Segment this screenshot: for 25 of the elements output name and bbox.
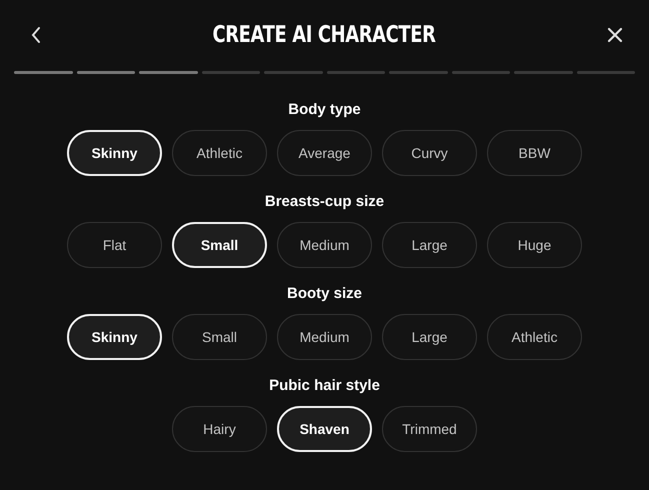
option-button[interactable]: Average: [277, 130, 372, 176]
option-button[interactable]: Athletic: [487, 314, 582, 360]
section-heading: Booty size: [286, 284, 362, 304]
option-button[interactable]: Large: [382, 222, 477, 268]
option-button[interactable]: Trimmed: [382, 406, 477, 452]
option-button[interactable]: Medium: [277, 222, 372, 268]
option-button[interactable]: Huge: [487, 222, 582, 268]
close-icon[interactable]: [607, 27, 623, 43]
option-button[interactable]: Large: [382, 314, 477, 360]
section-heading: Pubic hair style: [269, 376, 380, 396]
option-button[interactable]: BBW: [487, 130, 582, 176]
option-button[interactable]: Medium: [277, 314, 372, 360]
option-button[interactable]: Athletic: [172, 130, 267, 176]
back-icon[interactable]: [30, 26, 42, 44]
option-button[interactable]: Shaven: [277, 406, 372, 452]
option-button[interactable]: Small: [172, 222, 267, 268]
option-button[interactable]: Hairy: [172, 406, 267, 452]
option-button[interactable]: Skinny: [67, 314, 162, 360]
page-title: CREATE AI CHARACTER: [212, 22, 436, 48]
section-heading: Body type: [288, 100, 361, 120]
option-button[interactable]: Curvy: [382, 130, 477, 176]
option-button[interactable]: Small: [172, 314, 267, 360]
option-button[interactable]: Flat: [67, 222, 162, 268]
section-heading: Breasts-cup size: [264, 192, 384, 212]
option-button[interactable]: Skinny: [67, 130, 162, 176]
